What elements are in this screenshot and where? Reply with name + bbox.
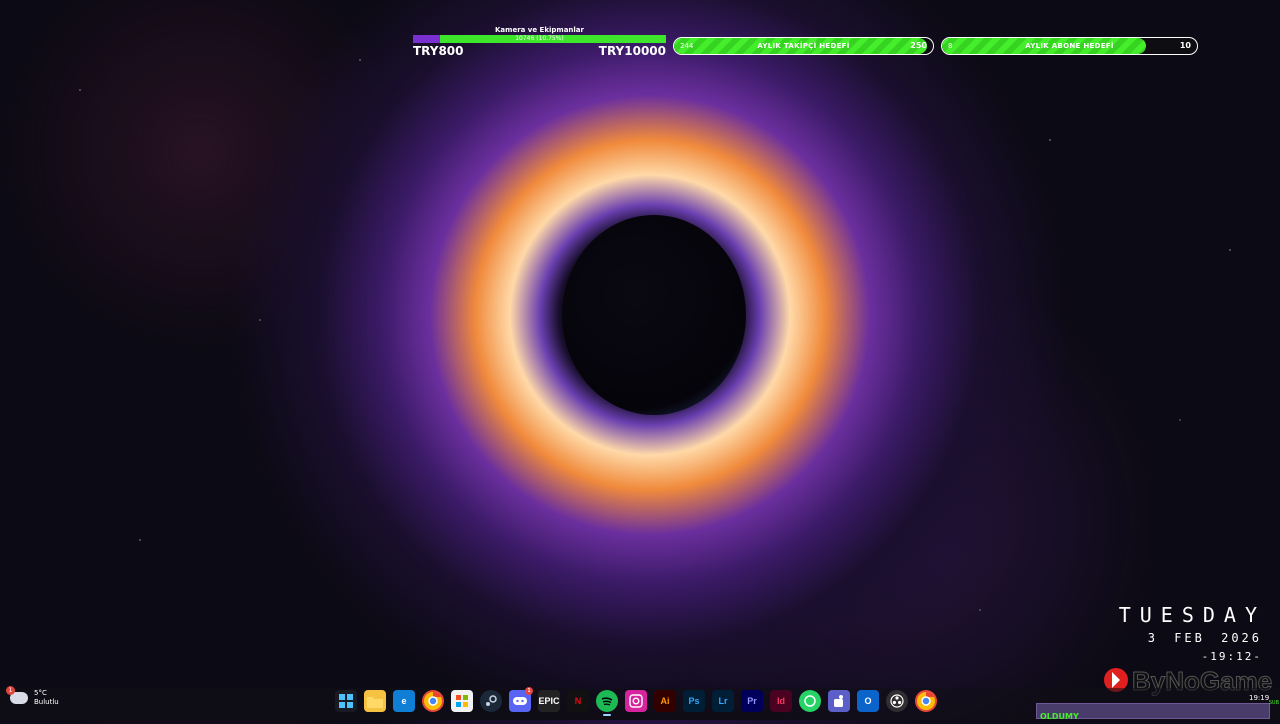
tray-clock[interactable]: 19:19 [1249, 694, 1269, 702]
donation-goal-title: Kamera ve Ekipmanlar [495, 26, 584, 34]
whatsapp-icon[interactable] [799, 690, 821, 712]
lightroom-icon[interactable]: Lr [712, 690, 734, 712]
edge-icon[interactable]: e [393, 690, 415, 712]
wallpaper-black-hole [562, 215, 746, 415]
donation-progress-bar: 10746 (10.75%) [413, 35, 666, 43]
teams-icon[interactable] [828, 690, 850, 712]
subscriber-goal-target: 10 [1179, 41, 1191, 50]
outlook-label: O [864, 696, 872, 706]
chat-overlay-small: SUB [1268, 700, 1279, 706]
photoshop-icon[interactable]: Ps [683, 690, 705, 712]
discord-icon[interactable]: 1 [509, 687, 533, 712]
lightroom-label: Lr [718, 696, 728, 706]
weather-widget[interactable]: 1 5°C Bulutlu [6, 686, 59, 707]
follower-goal-widget: 244 AYLIK TAKİPÇİ HEDEFİ 250 [673, 37, 934, 55]
indesign-icon[interactable]: Id [770, 690, 792, 712]
donation-target: TRY10000 [598, 44, 666, 58]
microsoft-store-icon[interactable] [451, 690, 473, 712]
edge-label: e [401, 696, 407, 706]
follower-goal-target: 250 [910, 41, 927, 50]
weather-temp: 5°C [34, 689, 47, 697]
premiere-label: Pr [747, 696, 757, 706]
donation-progress-text: 10746 (10.75%) [515, 35, 564, 42]
donation-goal-widget: Kamera ve Ekipmanlar 10746 (10.75%) TRY8… [413, 25, 666, 58]
clock-widget-day: TUESDAY [1118, 603, 1266, 627]
subscriber-goal-label: AYLIK ABONE HEDEFİ [1025, 42, 1114, 50]
chrome-2-icon[interactable] [915, 690, 937, 712]
file-explorer-icon[interactable] [364, 690, 386, 712]
weather-alert-badge: 1 [6, 686, 15, 695]
epic-games-label: EPIC [538, 696, 560, 706]
clock-widget-time: -19:12- [1201, 650, 1262, 663]
photoshop-label: Ps [688, 696, 700, 706]
follower-goal-label: AYLIK TAKİPÇİ HEDEFİ [757, 42, 850, 50]
premiere-icon[interactable]: Pr [741, 690, 763, 712]
outlook-icon[interactable]: O [857, 690, 879, 712]
subscriber-goal-widget: 8 AYLIK ABONE HEDEFİ 10 [941, 37, 1198, 55]
chat-overlay-bar: OLDUMY SUB [1036, 700, 1279, 721]
discord-notification-badge: 1 [525, 687, 533, 695]
netflix-label: N [574, 696, 582, 706]
clock-widget-date: 3 FEB 2026 [1147, 631, 1262, 645]
epic-games-icon[interactable]: EPIC [538, 690, 560, 712]
chrome-icon[interactable] [422, 690, 444, 712]
obs-icon[interactable] [886, 690, 908, 712]
illustrator-icon[interactable]: Ai [654, 690, 676, 712]
taskbar-apps: e 1 EPIC N Ai Ps Lr Pr Id O [335, 687, 937, 716]
cloud-icon: 1 [6, 686, 28, 704]
illustrator-label: Ai [660, 696, 670, 706]
weather-condition: Bulutlu [34, 698, 59, 706]
indesign-label: Id [777, 696, 785, 706]
spotify-icon[interactable] [596, 690, 618, 716]
start-button-icon[interactable] [335, 690, 357, 712]
steam-icon[interactable] [480, 690, 502, 712]
donation-current: TRY800 [413, 44, 464, 58]
instagram-icon[interactable] [625, 690, 647, 712]
netflix-icon[interactable]: N [567, 690, 589, 712]
